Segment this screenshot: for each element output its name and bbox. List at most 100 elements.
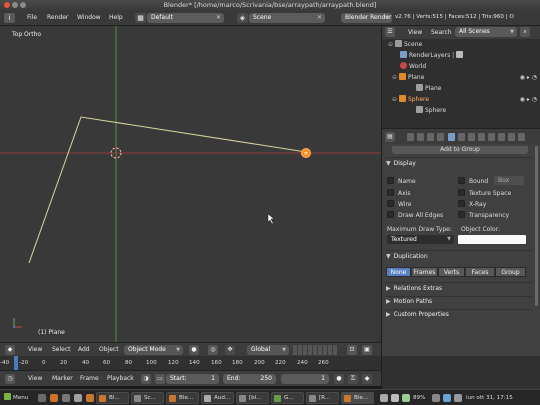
checkbox-bound[interactable]: Bound — [458, 177, 488, 185]
outliner-menu-view[interactable]: View — [408, 29, 422, 36]
scene-field[interactable]: Scene ✕ — [249, 13, 325, 23]
outliner-item-world[interactable]: World — [382, 62, 540, 72]
3d-viewport[interactable]: Top Ortho (1) Plane — [0, 26, 381, 342]
expand-toggle-icon[interactable]: ⊖ — [388, 41, 395, 48]
clock[interactable]: lun ott 31, 17:15 — [466, 393, 513, 404]
screen-layout-icon[interactable]: ▦ — [135, 13, 146, 23]
editor-type-info-icon[interactable]: i — [4, 13, 15, 23]
lock-range-icon[interactable]: ▭ — [155, 374, 165, 384]
interaction-mode-select[interactable]: Object Mode ▼ — [124, 345, 183, 355]
manipulator-toggle-icon[interactable]: ✥ — [225, 345, 235, 355]
visibility-toggles[interactable]: ◉ ▸ ◔ — [520, 96, 537, 103]
checkbox-transparency[interactable]: Transparency — [458, 211, 509, 219]
taskbar-window-7[interactable]: [R... — [306, 392, 339, 404]
bound-type-select[interactable]: Box — [494, 176, 524, 185]
taskbar-window-5[interactable]: [bl... — [236, 392, 269, 404]
editor-type-3d-icon[interactable]: ◆ — [5, 345, 15, 355]
taskbar-window-6[interactable]: G... — [271, 392, 304, 404]
outliner-item-sphere-data[interactable]: Sphere — [382, 106, 540, 116]
modifiers-tab-icon[interactable] — [468, 133, 475, 141]
taskbar-window-4[interactable]: Aud... — [201, 392, 234, 404]
visibility-toggles[interactable]: ◉ ▸ ◔ — [520, 74, 537, 81]
outliner-item-plane-data[interactable]: Plane — [382, 84, 540, 94]
curve-path[interactable] — [28, 116, 307, 264]
network-icon[interactable] — [380, 394, 388, 402]
physics-tab-icon[interactable] — [518, 133, 525, 141]
outliner-item-plane[interactable]: ⊖ Plane ◉ ▸ ◔ — [382, 73, 540, 83]
render-layers-tab-icon[interactable] — [417, 133, 424, 141]
bluetooth-icon[interactable] — [443, 394, 451, 402]
updates-icon[interactable] — [432, 394, 440, 402]
custom-properties-panel-header[interactable]: ▶ Custom Properties — [386, 311, 532, 321]
scene-icon[interactable]: ◈ — [237, 13, 248, 23]
blender-launcher-icon[interactable] — [86, 394, 94, 402]
outliner-menu-search[interactable]: Search — [431, 29, 452, 36]
preview-range-icon[interactable]: ◑ — [141, 374, 151, 384]
viewport-menu-object[interactable]: Object — [99, 346, 119, 353]
outliner-filter-select[interactable]: All Scenes ▼ — [455, 27, 517, 37]
menu-window[interactable]: Window — [77, 14, 101, 21]
search-icon[interactable]: ⌕ — [520, 27, 530, 37]
checkbox-wire[interactable]: Wire — [387, 200, 412, 208]
taskbar-window-1[interactable]: Bl... — [96, 392, 129, 404]
terminal-launcher-icon[interactable] — [62, 394, 70, 402]
render-preview-icon[interactable]: ▣ — [362, 345, 372, 355]
add-to-group-button[interactable]: Add to Group — [392, 146, 528, 154]
duplication-tab-none[interactable]: None — [386, 267, 411, 277]
timeline-menu-view[interactable]: View — [28, 375, 42, 382]
max-draw-type-select[interactable]: Textured ▼ — [387, 235, 454, 244]
transform-orientation-select[interactable]: Global ▼ — [247, 345, 289, 355]
viewport-menu-select[interactable]: Select — [52, 346, 71, 353]
keying-set-icon[interactable]: ⚿ — [348, 374, 358, 384]
duplication-panel-header[interactable]: ▼ Duplication — [386, 253, 532, 263]
checkbox-x-ray[interactable]: X-Ray — [458, 200, 486, 208]
checkbox-axis[interactable]: Axis — [387, 189, 410, 197]
close-icon[interactable]: ✕ — [216, 13, 221, 23]
render-engine-select[interactable]: Blender Render ▼ — [341, 13, 392, 23]
user-icon[interactable] — [454, 394, 462, 402]
checkbox-name[interactable]: Name — [387, 177, 416, 185]
duplication-tab-verts[interactable]: Verts — [438, 267, 465, 277]
material-tab-icon[interactable] — [488, 133, 495, 141]
texture-tab-icon[interactable] — [498, 133, 505, 141]
pivot-point-icon[interactable]: ◎ — [208, 345, 218, 355]
editor-type-properties-icon[interactable]: ▤ — [385, 132, 395, 142]
object-color-swatch[interactable] — [458, 235, 526, 244]
expand-toggle-icon[interactable]: ⊖ — [392, 96, 399, 103]
checkbox-texture-space[interactable]: Texture Space — [458, 189, 511, 197]
timeline-menu-playback[interactable]: Playback — [107, 375, 134, 382]
outliner-item-scene[interactable]: ⊖ Scene — [382, 40, 540, 50]
firefox-launcher-icon[interactable] — [50, 394, 58, 402]
taskbar-window-2[interactable]: Sc... — [131, 392, 164, 404]
files-launcher-icon[interactable] — [74, 394, 82, 402]
record-keyframe-icon[interactable]: ● — [334, 374, 344, 384]
timeline-menu-frame[interactable]: Frame — [80, 375, 99, 382]
properties-scrollbar[interactable] — [535, 146, 538, 306]
particles-tab-icon[interactable] — [508, 133, 515, 141]
viewport-shading-icon[interactable]: ● — [189, 345, 199, 355]
sphere-object-selected[interactable] — [301, 148, 311, 158]
duplication-tab-faces[interactable]: Faces — [465, 267, 495, 277]
constraints-tab-icon[interactable] — [458, 133, 465, 141]
viewport-canvas[interactable] — [0, 26, 381, 342]
data-tab-icon[interactable] — [478, 133, 485, 141]
viewport-menu-add[interactable]: Add — [78, 346, 90, 353]
editor-type-timeline-icon[interactable]: ◷ — [5, 374, 15, 384]
timeline-menu-marker[interactable]: Marker — [52, 375, 73, 382]
expand-toggle-icon[interactable]: ⊖ — [392, 74, 399, 81]
motion-paths-panel-header[interactable]: ▶ Motion Paths — [386, 298, 532, 308]
menu-file[interactable]: File — [27, 14, 37, 21]
outliner-item-renderlayers[interactable]: RenderLayers | — [382, 51, 540, 61]
volume-icon[interactable] — [391, 394, 399, 402]
layer-buttons[interactable] — [293, 345, 338, 355]
display-panel-header[interactable]: ▼ Display — [386, 160, 532, 170]
duplication-tab-frames[interactable]: Frames — [411, 267, 438, 277]
timeline-ruler[interactable]: -40 -20 0 20 40 60 80 100 120 140 160 18… — [0, 356, 381, 370]
scene-tab-icon[interactable] — [427, 133, 434, 141]
editor-type-outliner-icon[interactable]: ☰ — [385, 27, 395, 37]
checkbox-draw-all-edges[interactable]: Draw All Edges — [387, 211, 443, 219]
show-desktop-icon[interactable] — [38, 394, 46, 402]
current-frame-field[interactable]: 1 — [281, 374, 329, 384]
viewport-menu-view[interactable]: View — [28, 346, 42, 353]
duplication-tab-group[interactable]: Group — [495, 267, 526, 277]
